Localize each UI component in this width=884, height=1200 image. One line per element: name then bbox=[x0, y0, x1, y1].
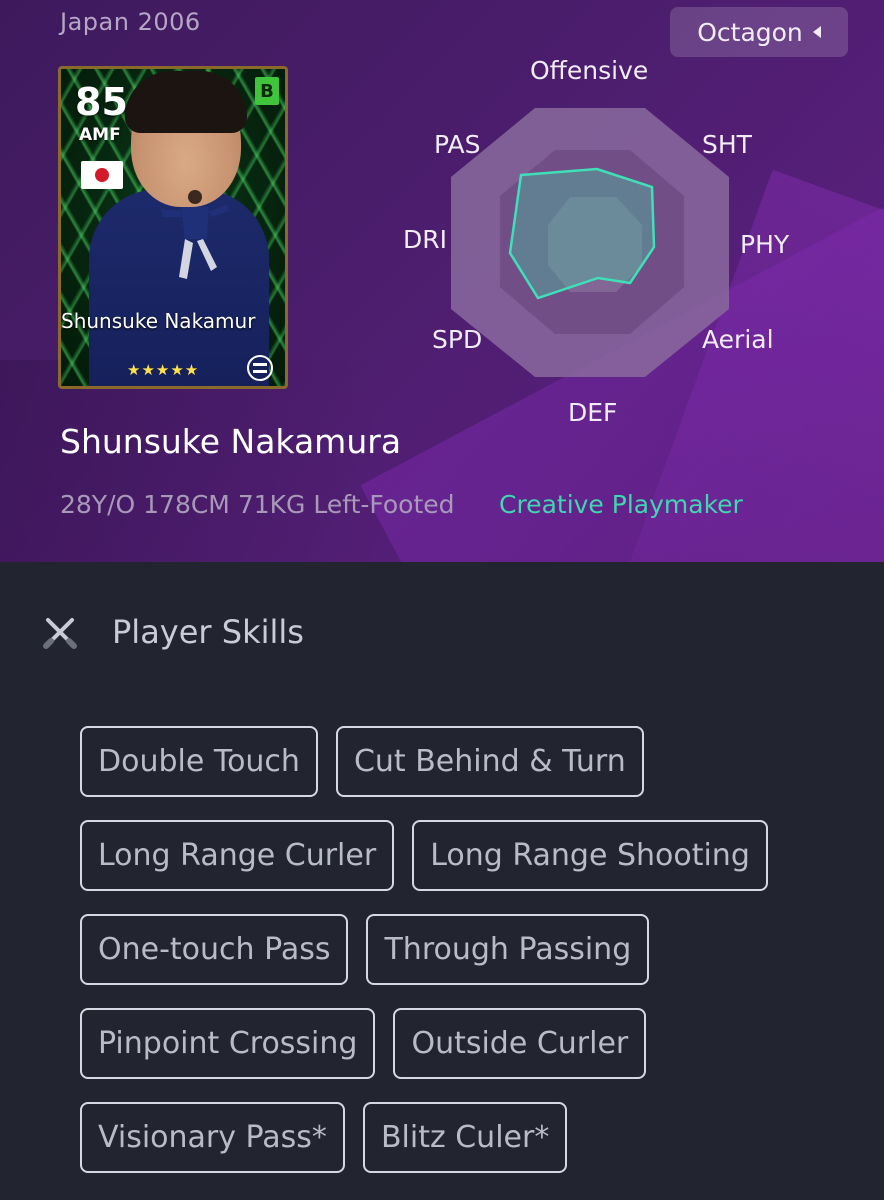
efootball-logo-icon bbox=[247, 355, 273, 381]
caret-left-icon bbox=[812, 26, 821, 38]
skill-chip-outside-curler[interactable]: Outside Curler bbox=[393, 1008, 647, 1079]
skills-list: Double Touch Cut Behind & Turn Long Rang… bbox=[80, 726, 840, 1196]
skill-chip-one-touch-pass[interactable]: One-touch Pass bbox=[80, 914, 349, 985]
skill-chip-through-passing[interactable]: Through Passing bbox=[366, 914, 650, 985]
skill-chip-visionary-pass[interactable]: Visionary Pass* bbox=[80, 1102, 345, 1173]
skills-row: Visionary Pass* Blitz Culer* bbox=[80, 1102, 840, 1173]
skills-row: Double Touch Cut Behind & Turn bbox=[80, 726, 840, 797]
skill-chip-cut-behind-turn[interactable]: Cut Behind & Turn bbox=[335, 726, 644, 797]
player-bio: 28Y/O 178CM 71KG Left-Footed bbox=[60, 490, 455, 519]
card-grade-badge: B bbox=[255, 77, 279, 105]
radar-label-phy: PHY bbox=[740, 230, 790, 259]
card-series-label: Japan 2006 bbox=[60, 8, 201, 36]
player-header-panel: Japan 2006 Octagon 85 AMF B Shunsuke Nak… bbox=[0, 0, 884, 562]
skill-chip-double-touch[interactable]: Double Touch bbox=[80, 726, 318, 797]
overall-rating: 85 bbox=[75, 80, 128, 124]
skills-row: Pinpoint Crossing Outside Curler bbox=[80, 1008, 840, 1079]
player-portrait-hair bbox=[125, 71, 247, 133]
crossed-swords-icon bbox=[43, 618, 77, 649]
radar-label-spd: SPD bbox=[432, 325, 483, 354]
skills-row: Long Range Curler Long Range Shooting bbox=[80, 820, 840, 891]
radar-label-dri: DRI bbox=[403, 225, 447, 254]
japan-flag-icon bbox=[81, 161, 123, 189]
skills-section-title: Player Skills bbox=[112, 613, 304, 651]
player-position: AMF bbox=[79, 125, 121, 145]
radar-label-pas: PAS bbox=[434, 130, 481, 159]
background-streak bbox=[0, 360, 380, 562]
skills-section-header: Player Skills bbox=[40, 612, 304, 652]
radar-label-aerial: Aerial bbox=[702, 325, 774, 354]
action-figure-image bbox=[161, 190, 229, 279]
skill-chip-pinpoint-crossing[interactable]: Pinpoint Crossing bbox=[80, 1008, 376, 1079]
skill-chip-long-range-curler[interactable]: Long Range Curler bbox=[80, 820, 395, 891]
radar-label-def: DEF bbox=[568, 398, 618, 427]
player-name: Shunsuke Nakamura bbox=[60, 422, 402, 461]
chart-mode-label: Octagon bbox=[697, 17, 803, 47]
card-stars: ★★★★★ bbox=[127, 361, 200, 379]
radar-stat-area bbox=[508, 167, 656, 300]
player-playstyle[interactable]: Creative Playmaker bbox=[499, 490, 743, 519]
radar-label-offensive: Offensive bbox=[530, 56, 649, 85]
radar-label-sht: SHT bbox=[702, 130, 752, 159]
skills-row: One-touch Pass Through Passing bbox=[80, 914, 840, 985]
card-player-name: Shunsuke Nakamur bbox=[61, 309, 256, 333]
skill-chip-long-range-shooting[interactable]: Long Range Shooting bbox=[412, 820, 768, 891]
chart-mode-button[interactable]: Octagon bbox=[670, 7, 848, 57]
player-card[interactable]: 85 AMF B Shunsuke Nakamur ★★★★★ bbox=[58, 66, 288, 389]
skill-chip-blitz-culer[interactable]: Blitz Culer* bbox=[362, 1102, 568, 1173]
